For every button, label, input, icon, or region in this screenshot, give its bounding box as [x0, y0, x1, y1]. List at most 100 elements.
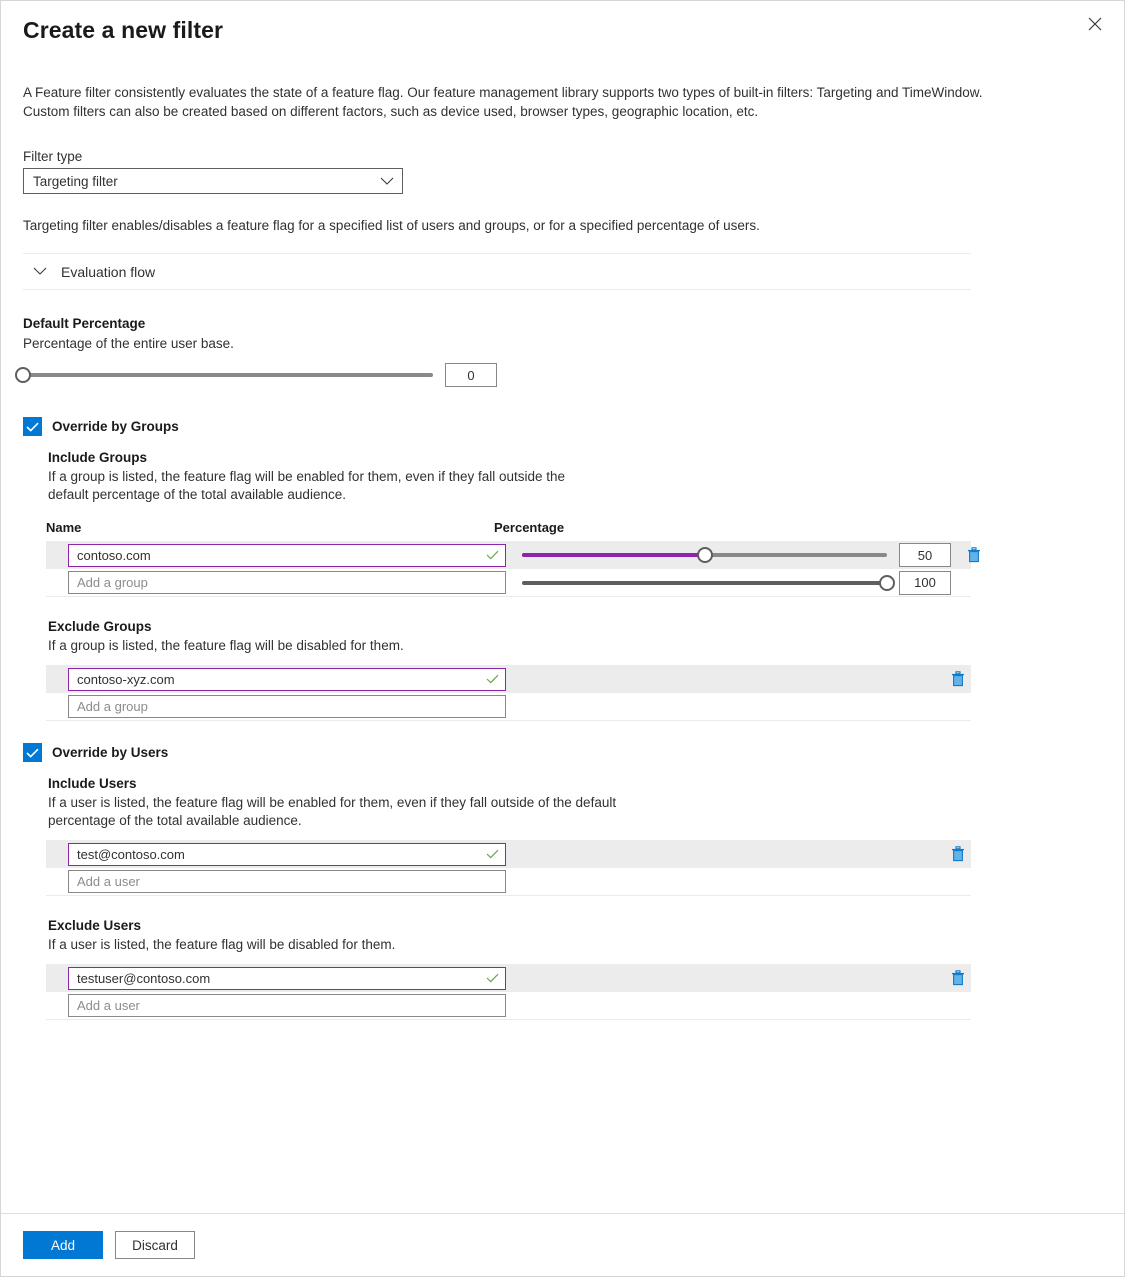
default-percentage-row: 0 — [15, 363, 1102, 387]
default-percentage-slider[interactable] — [15, 366, 433, 384]
trash-icon — [951, 970, 965, 986]
table-row: Add a group — [46, 693, 971, 721]
user-name-input[interactable]: testuser@contoso.com — [68, 966, 506, 990]
check-icon — [486, 849, 499, 859]
close-icon — [1088, 17, 1102, 31]
group-percentage-slider[interactable] — [522, 574, 895, 592]
exclude-groups-section: Exclude Groups If a group is listed, the… — [48, 619, 1102, 655]
check-icon — [486, 973, 499, 983]
create-filter-panel: Create a new filter A Feature filter con… — [0, 0, 1125, 1277]
trash-icon — [951, 671, 965, 687]
table-row: contoso-xyz.com — [46, 665, 971, 693]
include-groups-table-header: Name Percentage — [46, 520, 1102, 535]
group-percentage-value[interactable]: 50 — [899, 543, 951, 567]
panel-header: Create a new filter — [1, 1, 1124, 45]
delete-row-button[interactable] — [945, 966, 971, 990]
table-row: Add a user — [46, 992, 971, 1020]
exclude-groups-rows: contoso-xyz.com Add a group — [23, 665, 1102, 721]
delete-row-button[interactable] — [961, 543, 987, 567]
exclude-users-rows: testuser@contoso.com Add a user — [23, 964, 1102, 1020]
user-name-input[interactable]: test@contoso.com — [68, 842, 506, 866]
slider-thumb[interactable] — [696, 547, 713, 563]
group-name-input[interactable]: Add a group — [68, 571, 506, 594]
chevron-down-icon — [33, 267, 47, 276]
exclude-groups-description: If a group is listed, the feature flag w… — [48, 638, 404, 653]
column-header-name: Name — [46, 520, 82, 535]
slider-track — [23, 373, 433, 377]
include-groups-rows: contoso.com 50 Add a group 100 — [23, 541, 1102, 597]
user-name-placeholder: Add a user — [77, 998, 140, 1013]
close-button[interactable] — [1078, 7, 1112, 41]
default-percentage-value[interactable]: 0 — [445, 363, 497, 387]
include-users-description: If a user is listed, the feature flag wi… — [48, 795, 617, 828]
group-name-placeholder: Add a group — [77, 699, 148, 714]
table-row: Add a user — [46, 868, 971, 896]
exclude-users-title: Exclude Users — [48, 918, 142, 933]
evaluation-flow-toggle[interactable]: Evaluation flow — [23, 253, 971, 290]
page-title: Create a new filter — [23, 17, 224, 43]
slider-track — [522, 580, 887, 585]
table-row: test@contoso.com — [46, 840, 971, 868]
table-row: testuser@contoso.com — [46, 964, 971, 992]
group-name-placeholder: Add a group — [77, 575, 148, 590]
panel-body: A Feature filter consistently evaluates … — [1, 45, 1124, 1213]
default-percentage-description: Percentage of the entire user base. — [23, 336, 234, 351]
user-name-placeholder: Add a user — [77, 874, 140, 889]
slider-fill — [522, 553, 705, 557]
default-percentage-section: Default Percentage Percentage of the ent… — [15, 316, 1102, 387]
row-actions — [935, 966, 971, 990]
intro-description: A Feature filter consistently evaluates … — [23, 85, 983, 119]
add-button[interactable]: Add — [23, 1231, 103, 1259]
group-percentage-slider[interactable] — [522, 546, 887, 564]
trash-icon — [951, 846, 965, 862]
panel-footer: Add Discard — [1, 1213, 1124, 1276]
group-name-input[interactable]: Add a group — [68, 695, 506, 718]
group-name-input[interactable]: contoso-xyz.com — [68, 667, 506, 691]
check-icon — [486, 550, 499, 560]
check-icon — [486, 674, 499, 684]
user-name-value: test@contoso.com — [77, 846, 185, 862]
exclude-users-section: Exclude Users If a user is listed, the f… — [48, 918, 1102, 954]
group-percentage-cell: 50 — [522, 543, 987, 567]
delete-row-button[interactable] — [945, 667, 971, 691]
column-header-percentage: Percentage — [494, 520, 565, 535]
group-name-value: contoso-xyz.com — [77, 671, 175, 687]
trash-icon — [967, 547, 981, 563]
checkbox-checked-icon — [23, 743, 42, 762]
include-users-section: Include Users If a user is listed, the f… — [48, 776, 1102, 830]
checkbox-checked-icon — [23, 417, 42, 436]
chevron-down-icon — [380, 177, 394, 186]
group-percentage-value[interactable]: 100 — [899, 570, 951, 595]
override-by-users-checkbox[interactable]: Override by Users — [23, 743, 1102, 762]
include-users-title: Include Users — [48, 776, 137, 791]
exclude-groups-title: Exclude Groups — [48, 619, 152, 634]
row-actions — [935, 667, 971, 691]
override-by-users-label: Override by Users — [52, 745, 169, 760]
default-percentage-title: Default Percentage — [23, 316, 146, 331]
delete-row-button[interactable] — [945, 842, 971, 866]
filter-type-dropdown[interactable]: Targeting filter — [23, 168, 403, 194]
slider-thumb[interactable] — [15, 367, 31, 383]
row-actions — [935, 842, 971, 866]
override-by-groups-checkbox[interactable]: Override by Groups — [23, 417, 1102, 436]
user-name-value: testuser@contoso.com — [77, 970, 211, 986]
user-name-input[interactable]: Add a user — [68, 870, 506, 893]
include-users-rows: test@contoso.com Add a user — [23, 840, 1102, 896]
group-percentage-cell: 100 — [522, 570, 987, 595]
filter-type-value: Targeting filter — [33, 173, 118, 189]
include-groups-description: If a group is listed, the feature flag w… — [48, 469, 566, 502]
group-name-input[interactable]: contoso.com — [68, 543, 506, 567]
slider-thumb[interactable] — [879, 574, 895, 591]
user-name-input[interactable]: Add a user — [68, 994, 506, 1017]
evaluation-flow-label: Evaluation flow — [61, 263, 156, 280]
discard-button[interactable]: Discard — [115, 1231, 195, 1259]
include-groups-title: Include Groups — [48, 450, 148, 465]
exclude-users-description: If a user is listed, the feature flag wi… — [48, 937, 396, 952]
override-by-groups-label: Override by Groups — [52, 419, 179, 434]
table-row: contoso.com 50 — [46, 541, 980, 569]
group-name-value: contoso.com — [77, 547, 151, 563]
filter-type-description: Targeting filter enables/disables a feat… — [23, 218, 760, 233]
filter-type-label: Filter type — [23, 149, 83, 164]
table-row: Add a group 100 — [46, 569, 971, 597]
include-groups-section: Include Groups If a group is listed, the… — [48, 450, 1102, 504]
